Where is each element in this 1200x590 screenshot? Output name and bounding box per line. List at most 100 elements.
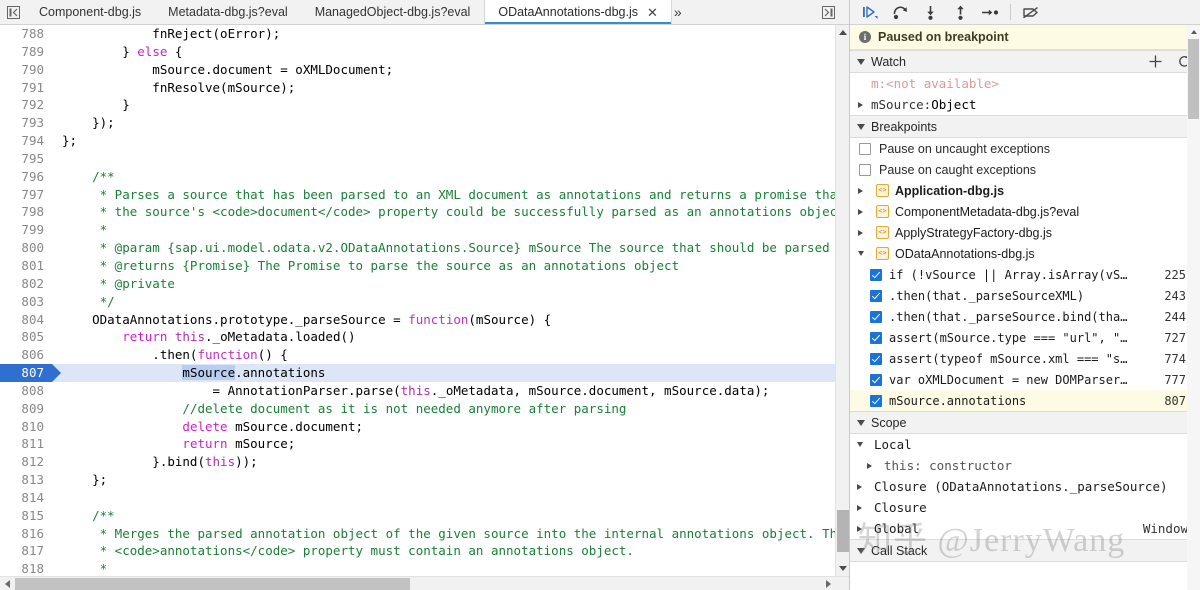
- breakpoint-file-row[interactable]: <> ComponentMetadata-dbg.js?eval: [850, 201, 1200, 222]
- breakpoint-item-row[interactable]: .then(that._parseSource.bind(tha… 244: [850, 306, 1200, 327]
- line-number-gutter[interactable]: 813: [0, 471, 52, 489]
- line-number-gutter[interactable]: 799: [0, 221, 52, 240]
- breakpoint-option-row[interactable]: Pause on uncaught exceptions: [850, 138, 1200, 159]
- code-line[interactable]: 811 return mSource;: [0, 435, 835, 454]
- code-line[interactable]: 810 delete mSource.document;: [0, 417, 835, 436]
- code-line[interactable]: 796 /**: [0, 167, 835, 186]
- close-icon[interactable]: ✕: [647, 6, 658, 19]
- debugger-vertical-scroll-thumb[interactable]: [1188, 39, 1199, 119]
- watch-collapse-twisty-icon[interactable]: [857, 58, 865, 65]
- line-number-gutter[interactable]: 814: [0, 488, 52, 507]
- code-line[interactable]: 799 *: [0, 221, 835, 240]
- call-stack-section-header[interactable]: Call Stack: [850, 539, 1200, 562]
- line-number-gutter[interactable]: 816: [0, 524, 52, 543]
- code-line[interactable]: 792 }: [0, 96, 835, 115]
- line-number-gutter[interactable]: 796: [0, 167, 52, 186]
- code-line[interactable]: 801 * @returns {Promise} The Promise to …: [0, 256, 835, 275]
- line-number-gutter[interactable]: 809: [0, 399, 52, 418]
- watch-expand-twisty-icon[interactable]: [858, 101, 871, 108]
- editor-tab-3[interactable]: ODataAnnotations-dbg.js ✕: [484, 0, 672, 24]
- breakpoint-file-row[interactable]: <> ApplyStrategyFactory-dbg.js: [850, 222, 1200, 243]
- code-line[interactable]: 790 mSource.document = oXMLDocument;: [0, 60, 835, 79]
- run-to-cursor-icon[interactable]: [975, 0, 1005, 24]
- scope-row[interactable]: Local: [850, 434, 1200, 455]
- code-line[interactable]: 788 fnReject(oError);: [0, 25, 835, 43]
- breakpoint-enabled-checkbox[interactable]: [870, 310, 882, 323]
- checkbox[interactable]: [859, 142, 871, 155]
- code-horizontal-scrollbar[interactable]: [0, 576, 849, 590]
- code-line[interactable]: 805 return this._oMetadata.loaded(): [0, 328, 835, 347]
- chevron-right-icon[interactable]: [857, 504, 869, 511]
- chevron-right-icon[interactable]: [857, 525, 869, 532]
- call-stack-collapse-twisty-icon[interactable]: [857, 547, 865, 554]
- code-line[interactable]: 812 }.bind(this));: [0, 453, 835, 472]
- chevron-right-icon[interactable]: [857, 483, 869, 490]
- add-watch-icon[interactable]: [1148, 54, 1163, 69]
- breakpoint-enabled-checkbox[interactable]: [870, 268, 882, 281]
- line-number-gutter[interactable]: 789: [0, 42, 52, 61]
- breakpoint-file-row[interactable]: <> ODataAnnotations-dbg.js: [850, 243, 1200, 264]
- code-vertical-scroll-thumb[interactable]: [837, 510, 849, 552]
- code-line[interactable]: 797 * Parses a source that has been pars…: [0, 185, 835, 204]
- line-number-gutter[interactable]: 806: [0, 346, 52, 365]
- line-number-gutter[interactable]: 788: [0, 25, 52, 43]
- code-line[interactable]: 794};: [0, 132, 835, 150]
- line-number-gutter[interactable]: 795: [0, 149, 52, 168]
- scope-section-header[interactable]: Scope: [850, 411, 1200, 434]
- scroll-left-arrow-icon[interactable]: [0, 577, 14, 590]
- checkbox[interactable]: [859, 163, 871, 176]
- watch-row[interactable]: m: <not available>: [850, 73, 1200, 94]
- code-line[interactable]: 798 * the source's <code>document</code>…: [0, 203, 835, 222]
- tab-overflow-button[interactable]: »: [672, 0, 688, 24]
- scope-row[interactable]: Closure: [850, 497, 1200, 518]
- code-line[interactable]: 813 };: [0, 471, 835, 489]
- line-number-gutter[interactable]: 811: [0, 435, 52, 454]
- breakpoint-item-row[interactable]: var oXMLDocument = new DOMParser… 777: [850, 369, 1200, 390]
- line-number-gutter[interactable]: 812: [0, 453, 52, 472]
- breakpoints-section-header[interactable]: Breakpoints: [850, 115, 1200, 138]
- editor-tab-0[interactable]: Component-dbg.js: [26, 0, 155, 24]
- line-number-gutter[interactable]: 790: [0, 60, 52, 79]
- code-line[interactable]: 793 });: [0, 114, 835, 133]
- code-horizontal-scroll-thumb[interactable]: [15, 578, 410, 590]
- line-number-gutter[interactable]: 800: [0, 239, 52, 257]
- code-line[interactable]: 816 * Merges the parsed annotation objec…: [0, 524, 835, 543]
- code-line[interactable]: 809 //delete document as it is not neede…: [0, 399, 835, 418]
- tab-list-left-icon[interactable]: [0, 0, 26, 24]
- breakpoint-item-row[interactable]: mSource.annotations 807: [850, 390, 1200, 411]
- breakpoint-enabled-checkbox[interactable]: [870, 331, 882, 344]
- breakpoint-off-icon[interactable]: [1016, 0, 1046, 24]
- scroll-down-arrow-icon[interactable]: [836, 561, 849, 576]
- editor-tab-2[interactable]: ManagedObject-dbg.js?eval: [302, 0, 485, 24]
- chevron-right-icon[interactable]: [858, 208, 870, 215]
- scope-row[interactable]: Global Window: [850, 518, 1200, 539]
- step-over-icon[interactable]: [885, 0, 915, 24]
- scope-row[interactable]: this: constructor: [850, 455, 1200, 476]
- breakpoint-enabled-checkbox[interactable]: [870, 289, 882, 302]
- line-number-gutter[interactable]: 810: [0, 417, 52, 436]
- scroll-right-arrow-icon[interactable]: [821, 577, 835, 590]
- tab-list-right-icon[interactable]: [815, 5, 841, 19]
- breakpoint-enabled-checkbox[interactable]: [870, 394, 882, 407]
- line-number-gutter[interactable]: 798: [0, 203, 52, 222]
- watch-row[interactable]: mSource: Object: [850, 94, 1200, 115]
- chevron-right-icon[interactable]: [858, 229, 870, 236]
- breakpoint-item-row[interactable]: assert(typeof mSource.xml === "s… 774: [850, 348, 1200, 369]
- editor-tab-1[interactable]: Metadata-dbg.js?eval: [155, 0, 302, 24]
- line-number-gutter[interactable]: 804: [0, 310, 52, 329]
- source-code-area[interactable]: 788 fnReject(oError); 789 } else {790 mSo…: [0, 25, 849, 576]
- debugger-vertical-scrollbar[interactable]: [1187, 25, 1200, 590]
- line-number-gutter[interactable]: 793: [0, 114, 52, 133]
- code-line[interactable]: 800 * @param {sap.ui.model.odata.v2.ODat…: [0, 239, 835, 257]
- code-line[interactable]: 807 mSource.annotations: [0, 364, 835, 382]
- debugger-scroll-up-arrow-icon[interactable]: [1187, 25, 1200, 38]
- step-into-icon[interactable]: [915, 0, 945, 24]
- breakpoint-file-row[interactable]: <> Application-dbg.js: [850, 180, 1200, 201]
- code-line[interactable]: 802 * @private: [0, 274, 835, 293]
- code-line[interactable]: 803 */: [0, 292, 835, 311]
- code-line[interactable]: 795: [0, 149, 835, 168]
- scroll-up-arrow-icon[interactable]: [836, 25, 849, 40]
- line-number-gutter[interactable]: 802: [0, 274, 52, 293]
- line-number-gutter[interactable]: 801: [0, 256, 52, 275]
- chevron-down-icon[interactable]: [858, 251, 870, 256]
